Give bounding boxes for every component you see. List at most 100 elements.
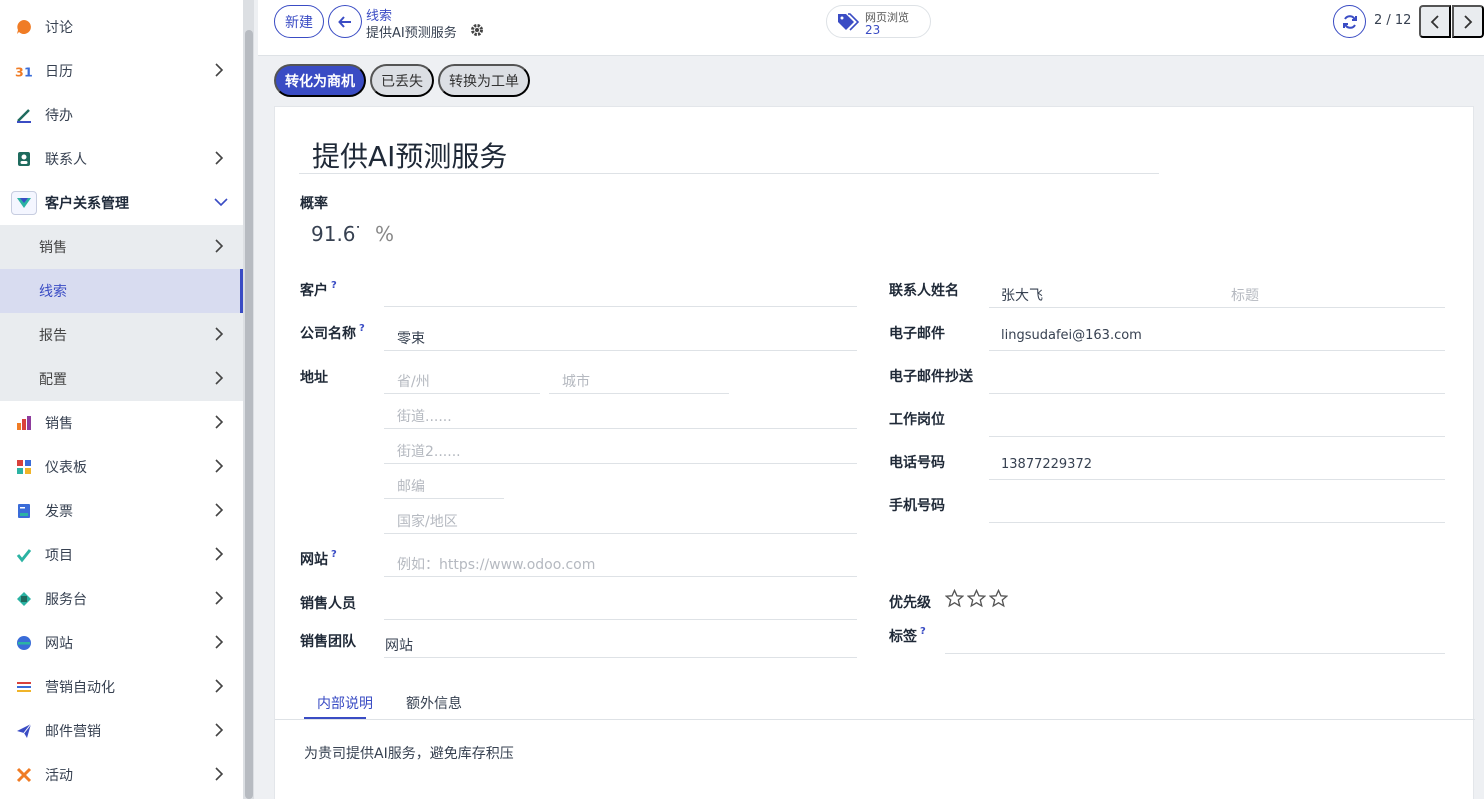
website-underline [384,576,857,577]
sidebar-item-calendar[interactable]: 31 日历 [0,49,243,93]
helpdesk-icon [15,590,33,608]
website-icon [15,634,33,652]
chevron-right-icon [213,502,229,520]
sidebar-item-project[interactable]: 项目 [0,533,243,577]
email-cc-field[interactable] [989,393,1445,394]
website-input[interactable]: 例如：https://www.odoo.com [397,554,595,574]
email-marketing-icon [15,722,33,740]
convert-to-opportunity-button[interactable]: 转化为商机 [274,64,366,97]
street2-underline [384,463,857,464]
help-tooltip-icon[interactable]: ? [359,323,365,334]
contact-name-input[interactable]: 张大飞 [1001,285,1043,305]
chevron-right-icon [213,326,229,344]
sidebar-item-discuss[interactable]: 讨论 [0,5,243,49]
sidebar-item-helpdesk[interactable]: 服务台 [0,577,243,621]
discuss-icon [15,18,33,36]
sidebar-item-website[interactable]: 网站 [0,621,243,665]
active-tab-indicator [304,717,366,719]
pager-previous-button[interactable] [1419,5,1451,38]
tags-label: 标签? [889,626,926,645]
help-tooltip-icon[interactable]: ? [331,549,337,560]
country-input[interactable]: 国家/地区 [397,511,458,531]
website-views-stat-button[interactable]: 网页浏览 23 [826,5,931,38]
company-name-input[interactable]: 零束 [397,328,425,348]
probability-label: 概率 [300,196,328,212]
sidebar-item-crm[interactable]: 客户关系管理 [0,181,243,225]
sales-team-input[interactable]: 网站 [385,635,413,655]
tags-icon [837,13,860,35]
star-icon[interactable] [944,588,965,612]
zip-input[interactable]: 邮编 [397,476,425,496]
help-tooltip-icon[interactable]: ? [920,626,926,637]
sidebar-subitem-leads[interactable]: 线索 [0,269,243,313]
chevron-right-icon [213,634,229,652]
back-button[interactable] [328,5,362,38]
chevron-down-icon [213,194,229,212]
mark-lost-button[interactable]: 已丢失 [370,64,434,97]
control-panel: 新建 线索 提供AI预测服务 网页浏览 23 2 / 12 [258,0,1484,56]
street2-input[interactable]: 街道2...... [397,441,461,461]
stat-value: 23 [865,23,881,37]
contact-name-underline [989,307,1445,308]
city-input[interactable]: 城市 [562,371,590,391]
state-input[interactable]: 省/州 [397,371,430,391]
company-name-label: 公司名称? [300,323,365,342]
tags-field[interactable] [945,653,1445,654]
address-label: 地址 [300,370,328,386]
pager-value[interactable]: 2 / 12 [1374,13,1411,28]
contact-title-input[interactable]: 标题 [1231,285,1259,305]
priority-label: 优先级 [889,595,931,611]
chevron-right-icon [213,678,229,696]
sidebar-item-label: 配置 [39,372,67,388]
salesperson-field[interactable] [384,619,857,620]
job-position-field[interactable] [989,436,1445,437]
customer-field[interactable] [384,306,857,307]
todo-icon [15,106,33,124]
sidebar-subitem-configuration[interactable]: 配置 [0,357,243,401]
sidebar-item-sales[interactable]: 销售 [0,401,243,445]
invoice-icon [15,502,33,520]
pager-next-button[interactable] [1452,5,1484,38]
sidebar-item-label: 线索 [39,284,67,300]
contact-name-label: 联系人姓名 [889,283,959,299]
chevron-left-icon [1430,14,1439,29]
sidebar-item-label: 仪表板 [45,460,87,476]
sidebar-subitem-reporting[interactable]: 报告 [0,313,243,357]
refresh-button[interactable] [1333,5,1366,38]
chevron-right-icon [213,722,229,740]
country-underline [384,533,857,534]
mobile-field[interactable] [989,522,1445,523]
calendar-icon: 31 [15,62,33,80]
sidebar-item-invoicing[interactable]: 发票 [0,489,243,533]
star-icon[interactable] [988,588,1009,612]
sidebar-item-email-marketing[interactable]: 邮件营销 [0,709,243,753]
gear-icon[interactable] [470,23,484,37]
sidebar-scroll-thumb[interactable] [245,30,253,799]
phone-input[interactable]: 13877229372 [1001,457,1092,472]
sidebar-item-contacts[interactable]: 联系人 [0,137,243,181]
email-cc-label: 电子邮件抄送 [889,369,973,385]
new-button[interactable]: 新建 [274,5,324,38]
sidebar-item-label: 邮件营销 [45,724,101,740]
convert-to-ticket-button[interactable]: 转换为工单 [438,64,530,97]
internal-notes-editor[interactable]: 为贵司提供AI服务，避免库存积压 [304,743,514,763]
sidebar-item-dashboard[interactable]: 仪表板 [0,445,243,489]
sidebar-item-events[interactable]: 活动 [0,753,243,797]
sidebar-subitem-sales[interactable]: 销售 [0,225,243,269]
sidebar-item-todo[interactable]: 待办 [0,93,243,137]
help-tooltip-icon[interactable]: ? [331,280,337,291]
sidebar-item-label: 待办 [45,108,73,124]
sales-team-label: 销售团队 [300,634,356,650]
sidebar-item-label: 服务台 [45,592,87,608]
sidebar-item-label: 网站 [45,636,73,652]
probability-input[interactable]: 91.67 [311,222,359,246]
tab-internal-notes[interactable]: 内部说明 [317,693,373,713]
events-icon [15,766,33,784]
sidebar-item-marketing-automation[interactable]: 营销自动化 [0,665,243,709]
street-input[interactable]: 街道...... [397,406,452,426]
email-input[interactable]: lingsudafei@163.com [1001,328,1142,343]
lead-title-input[interactable]: 提供AI预测服务 [312,135,507,175]
tab-extra-info[interactable]: 额外信息 [406,693,462,713]
star-icon[interactable] [966,588,987,612]
sidebar-item-label: 联系人 [45,152,87,168]
